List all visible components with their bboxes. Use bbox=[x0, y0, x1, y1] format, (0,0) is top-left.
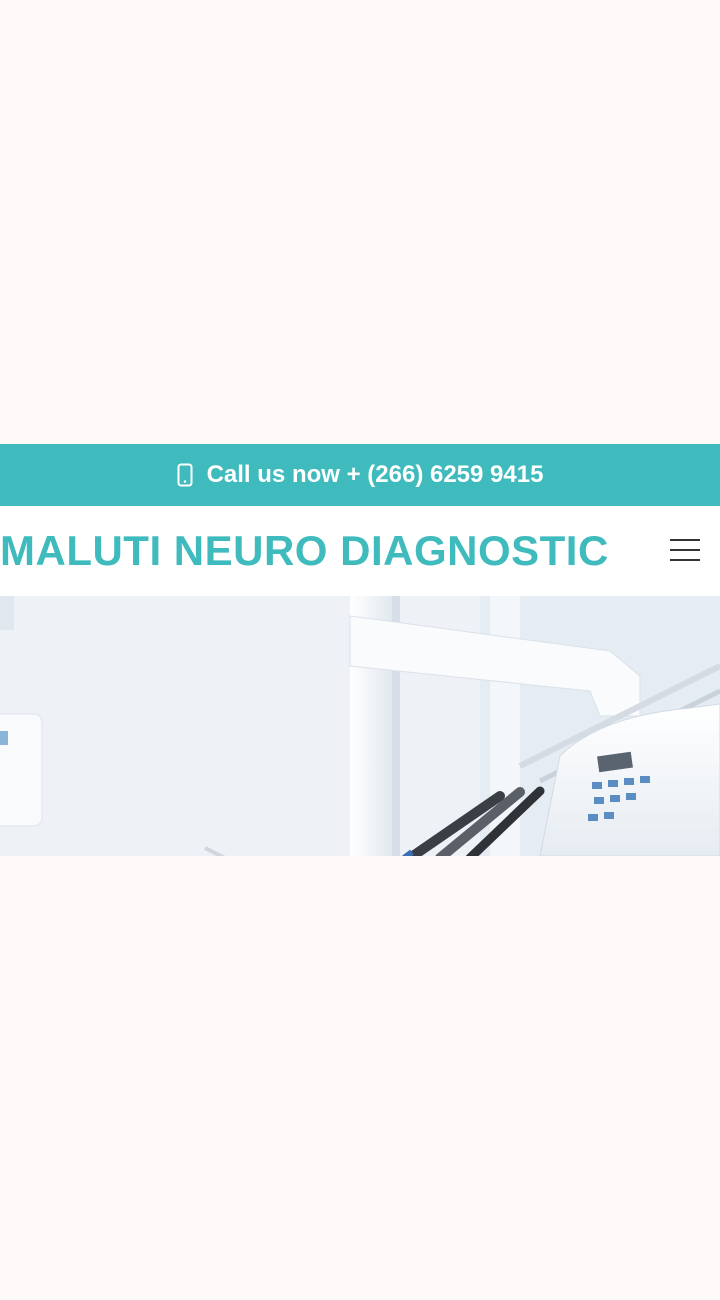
call-us-text[interactable]: Call us now + (266) 6259 9415 bbox=[207, 461, 544, 489]
site-logo-text[interactable]: MALUTI NEURO DIAGNOSTIC bbox=[0, 527, 609, 575]
dental-clinic-equipment-photo bbox=[0, 596, 720, 856]
hamburger-menu-icon[interactable] bbox=[670, 537, 700, 563]
website-screen: Call us now + (266) 6259 9415 MALUTI NEU… bbox=[0, 444, 720, 856]
hero-image bbox=[0, 596, 720, 856]
call-us-bar[interactable]: Call us now + (266) 6259 9415 bbox=[0, 444, 720, 506]
mobile-phone-icon bbox=[177, 463, 193, 487]
site-header: MALUTI NEURO DIAGNOSTIC bbox=[0, 506, 720, 596]
